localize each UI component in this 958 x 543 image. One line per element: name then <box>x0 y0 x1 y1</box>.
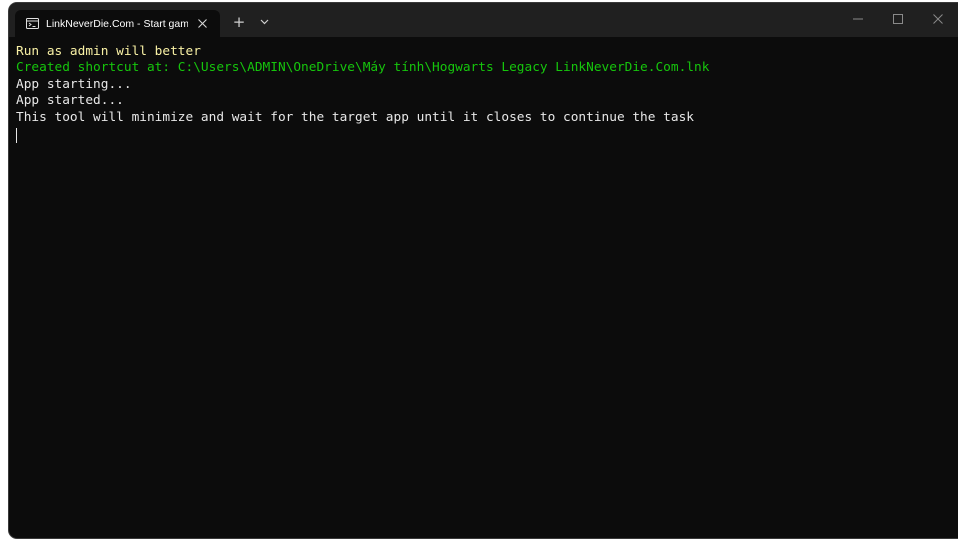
tab-title: LinkNeverDie.Com - Start gam <box>46 17 188 30</box>
close-icon <box>933 11 943 29</box>
maximize-icon <box>893 11 903 29</box>
terminal-line: App starting... <box>16 76 132 92</box>
maximize-button[interactable] <box>878 3 918 37</box>
terminal-output[interactable]: Run as admin will better Created shortcu… <box>16 44 951 534</box>
chevron-down-icon[interactable] <box>255 12 273 32</box>
terminal-line: This tool will minimize and wait for the… <box>16 109 694 125</box>
text-cursor <box>16 128 17 144</box>
minimize-icon <box>853 11 863 29</box>
terminal-icon <box>25 18 39 30</box>
terminal-line: Created shortcut at: C:\Users\ADMIN\OneD… <box>16 60 710 76</box>
minimize-button[interactable] <box>838 3 878 37</box>
tab-active[interactable]: LinkNeverDie.Com - Start gam <box>15 10 220 37</box>
new-tab-button[interactable]: + <box>229 12 249 32</box>
terminal-window: LinkNeverDie.Com - Start gam + Run as ad… <box>9 3 958 538</box>
terminal-line: App started... <box>16 93 124 109</box>
terminal-line: Run as admin will better <box>16 44 201 59</box>
close-button[interactable] <box>918 3 958 37</box>
close-icon[interactable] <box>194 16 210 32</box>
window-controls <box>838 3 958 37</box>
title-bar[interactable]: LinkNeverDie.Com - Start gam + <box>9 3 958 37</box>
